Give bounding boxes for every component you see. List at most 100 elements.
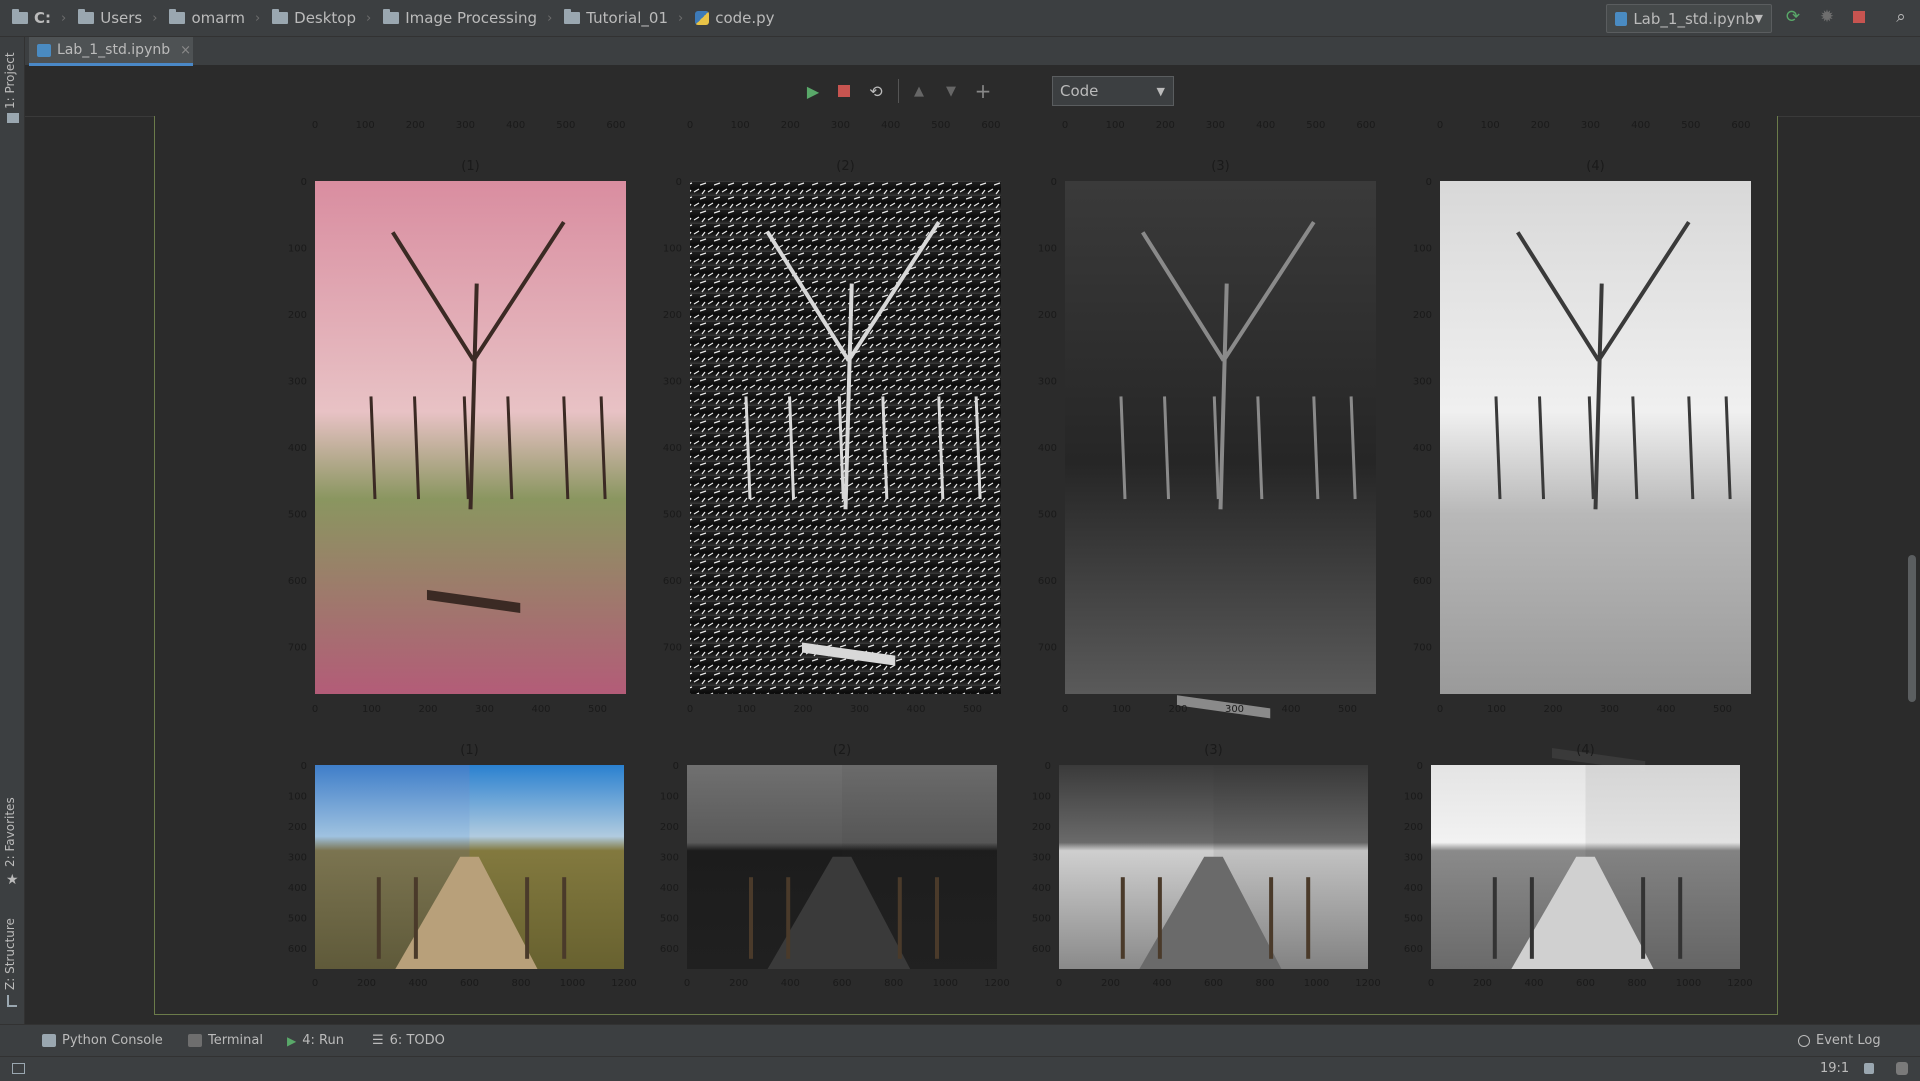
caret-position[interactable]: 19:1 (1820, 1061, 1849, 1076)
fence-post (1641, 877, 1646, 959)
y-axis-tick-label: 100 (1404, 792, 1423, 803)
y-axis-tick-label: 200 (1404, 822, 1423, 833)
top-axis-tick-label: 100 (1481, 120, 1500, 131)
panel-title: (3) (1211, 159, 1229, 174)
y-axis-tick-label: 200 (1038, 310, 1057, 321)
y-axis-tick-label: 600 (1032, 944, 1051, 955)
top-axis-tick-label: 0 (1437, 120, 1443, 131)
x-axis-tick-label: 200 (1101, 978, 1120, 989)
top-axis-tick-label: 600 (1731, 120, 1750, 131)
y-axis-tick-label: 300 (288, 853, 307, 864)
y-axis-tick-label: 300 (663, 377, 682, 388)
event-log-tab[interactable]: Event Log (1798, 1033, 1881, 1048)
y-axis-tick-label: 0 (1051, 177, 1057, 188)
y-axis-tick-label: 500 (1038, 510, 1057, 521)
y-axis-tick-label: 200 (663, 310, 682, 321)
top-axis-tick-label: 600 (606, 120, 625, 131)
vertical-scrollbar[interactable] (1908, 555, 1916, 702)
x-axis-tick-label: 0 (312, 704, 318, 715)
fence-post (897, 877, 902, 959)
y-axis-tick-label: 200 (1032, 822, 1051, 833)
x-axis-tick-label: 1000 (1304, 978, 1329, 989)
x-axis-tick-label: 0 (1437, 704, 1443, 715)
y-axis-tick-label: 700 (663, 643, 682, 654)
top-axis-tick-label: 0 (687, 120, 693, 131)
fence-post (1269, 877, 1274, 959)
x-axis-tick-label: 1000 (1676, 978, 1701, 989)
python-console-icon (42, 1034, 56, 1047)
top-axis-tick-label: 500 (1681, 120, 1700, 131)
y-axis-tick-label: 500 (288, 914, 307, 925)
bench (1176, 695, 1271, 719)
x-axis-tick-label: 0 (312, 978, 318, 989)
y-axis-tick-label: 600 (1413, 576, 1432, 587)
top-axis-tick-label: 500 (556, 120, 575, 131)
y-axis-tick-label: 600 (1404, 944, 1423, 955)
y-axis-tick-label: 300 (288, 377, 307, 388)
y-axis-tick-label: 500 (288, 510, 307, 521)
top-axis-tick-label: 100 (1106, 120, 1125, 131)
status-bar: 19:1 (0, 1056, 1920, 1081)
top-axis-tick-label: 200 (1531, 120, 1550, 131)
y-axis-tick-label: 400 (663, 443, 682, 454)
x-axis-tick-label: 200 (418, 704, 437, 715)
top-axis-tick-label: 200 (406, 120, 425, 131)
x-axis-tick-label: 1000 (933, 978, 958, 989)
x-axis-tick-label: 200 (1543, 704, 1562, 715)
y-axis-tick-label: 600 (288, 576, 307, 587)
fence-post (749, 877, 753, 959)
inspector-icon[interactable] (1896, 1062, 1908, 1075)
y-axis-tick-label: 600 (663, 576, 682, 587)
y-axis-tick-label: 400 (1032, 883, 1051, 894)
top-axis-tick-label: 200 (1156, 120, 1175, 131)
y-axis-tick-label: 0 (1045, 761, 1051, 772)
y-axis-tick-label: 200 (288, 822, 307, 833)
toggle-tool-windows-icon[interactable] (12, 1063, 25, 1074)
python-console-tab[interactable]: Python Console (42, 1033, 163, 1048)
x-axis-tick-label: 300 (475, 704, 494, 715)
x-axis-tick-label: 100 (362, 704, 381, 715)
y-axis-tick-label: 0 (301, 177, 307, 188)
top-axis-tick-label: 500 (931, 120, 950, 131)
top-axis-tick-label: 100 (356, 120, 375, 131)
fence-post (1678, 877, 1683, 959)
y-axis-tick-label: 300 (1038, 377, 1057, 388)
y-axis-tick-label: 500 (663, 510, 682, 521)
x-axis-tick-label: 300 (1225, 704, 1244, 715)
y-axis-tick-label: 300 (660, 853, 679, 864)
x-axis-tick-label: 400 (531, 704, 550, 715)
x-axis-tick-label: 400 (781, 978, 800, 989)
top-axis-tick-label: 600 (981, 120, 1000, 131)
x-axis-tick-label: 800 (1255, 978, 1274, 989)
terminal-tab[interactable]: Terminal (188, 1033, 263, 1048)
figure-panel-row1-4: 0 100 200 300 400 500 600 (4) 0 100 200 300 400 500 60… (1413, 120, 1751, 772)
x-axis-tick-label: 400 (1524, 978, 1543, 989)
x-axis-tick-label: 200 (357, 978, 376, 989)
y-axis-tick-label: 100 (660, 792, 679, 803)
x-axis-tick-label: 0 (687, 704, 693, 715)
y-axis-tick-label: 200 (288, 310, 307, 321)
panel-title: (4) (1576, 743, 1594, 758)
y-axis-tick-label: 500 (1032, 914, 1051, 925)
panel-title: (2) (836, 159, 854, 174)
y-axis-tick-label: 700 (1413, 643, 1432, 654)
x-axis-tick-label: 100 (1487, 704, 1506, 715)
y-axis-tick-label: 400 (660, 883, 679, 894)
top-axis-tick-label: 400 (506, 120, 525, 131)
figure-panel-row1-3: 0 100 200 300 400 500 600 (3) 0 100 200 300 400 500 60… (1038, 120, 1376, 719)
todo-tab[interactable]: ☰ 6: TODO (372, 1033, 445, 1048)
x-axis-tick-label: 400 (1152, 978, 1171, 989)
terminal-icon (188, 1034, 202, 1047)
run-tab[interactable]: ▶ 4: Run (287, 1033, 344, 1048)
x-axis-tick-label: 0 (684, 978, 690, 989)
x-axis-tick-label: 300 (1600, 704, 1619, 715)
lock-icon[interactable] (1864, 1063, 1874, 1074)
y-axis-tick-label: 0 (676, 177, 682, 188)
y-axis-tick-label: 200 (1413, 310, 1432, 321)
y-axis-tick-label: 600 (288, 944, 307, 955)
top-axis-tick-label: 300 (1581, 120, 1600, 131)
x-axis-tick-label: 400 (1281, 704, 1300, 715)
x-axis-tick-label: 600 (832, 978, 851, 989)
y-axis-tick-label: 400 (288, 883, 307, 894)
x-axis-tick-label: 400 (408, 978, 427, 989)
